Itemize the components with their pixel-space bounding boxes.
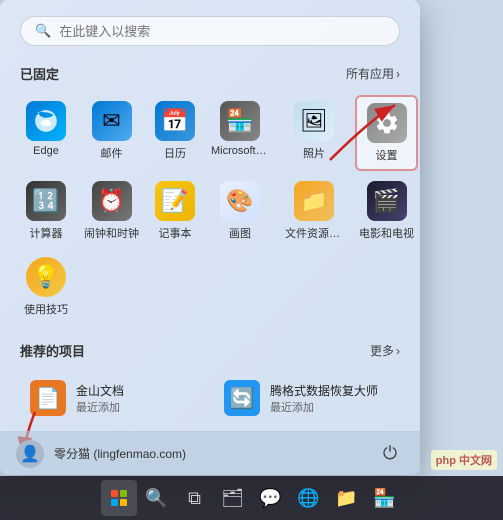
tips-icon: 💡	[26, 257, 66, 297]
edge-icon	[26, 101, 66, 141]
paint-icon: 🎨	[220, 181, 260, 221]
calendar-label: 日历	[164, 145, 186, 161]
taskbar-store-icon[interactable]: 🏪	[367, 480, 403, 516]
calendar-icon: 📅	[155, 101, 195, 141]
recommended-grid: 📄金山文档最近添加🔄腾格式数据恢复大师最近添加	[20, 372, 400, 424]
search-bar[interactable]: 🔍	[20, 16, 400, 46]
avatar: 👤	[16, 440, 44, 468]
photos-label: 照片	[303, 145, 325, 161]
settings-icon	[367, 103, 407, 143]
jinshan-name: 金山文档	[76, 382, 124, 399]
windows-logo-icon	[111, 490, 127, 506]
taskbar: 🔍 ⧉ 🗂 💬 🌐 📁 🏪	[0, 476, 503, 520]
taskbar-taskview-icon[interactable]: ⧉	[177, 480, 213, 516]
user-info[interactable]: 👤 零分猫 (lingfenmao.com)	[16, 440, 186, 468]
start-button[interactable]	[101, 480, 137, 516]
search-icon: 🔍	[35, 23, 51, 39]
recuva-rec-icon: 🔄	[224, 380, 260, 416]
all-apps-link[interactable]: 所有应用 ›	[346, 65, 400, 82]
taskbar-explorer-icon[interactable]: 📁	[329, 480, 365, 516]
app-files[interactable]: 📁 文件资源管理器	[281, 175, 347, 247]
taskbar-chat-icon[interactable]: 💬	[253, 480, 289, 516]
rec-item-jinshan[interactable]: 📄 金山文档最近添加	[20, 372, 206, 424]
app-edge[interactable]: Edge	[20, 95, 72, 171]
recommended-title: 推荐的项目	[20, 341, 85, 360]
mail-label: 邮件	[101, 145, 123, 161]
app-paint[interactable]: 🎨 画图	[207, 175, 273, 247]
tips-label: 使用技巧	[24, 301, 68, 317]
app-store[interactable]: 🏪 Microsoft Store	[207, 95, 273, 171]
photos-icon: 🖼	[294, 101, 334, 141]
taskbar-icons: 🔍 ⧉ 🗂 💬 🌐 📁 🏪	[101, 480, 403, 516]
search-input[interactable]	[59, 24, 385, 39]
app-mail[interactable]: ✉ 邮件	[80, 95, 143, 171]
chevron-more-icon: ›	[396, 344, 400, 358]
app-photos[interactable]: 🖼 照片	[281, 95, 347, 171]
store-icon: 🏪	[220, 101, 260, 141]
power-icon: ⏻	[383, 443, 397, 464]
pinned-apps-grid: Edge ✉ 邮件 📅 日历 🏪 Microsoft Store 🖼 照片 设置 🔢 计算器 ⏰ 闹钟和时…	[20, 95, 400, 323]
app-tips[interactable]: 💡 使用技巧	[20, 251, 72, 323]
notes-icon: 📝	[155, 181, 195, 221]
files-label: 文件资源管理器	[285, 225, 343, 241]
mail-icon: ✉	[92, 101, 132, 141]
rec-item-recuva[interactable]: 🔄 腾格式数据恢复大师最近添加	[214, 372, 400, 424]
more-link[interactable]: 更多 ›	[370, 342, 400, 359]
recuva-name: 腾格式数据恢复大师	[270, 382, 378, 399]
app-movies[interactable]: 🎬 电影和电视	[355, 175, 418, 247]
movies-label: 电影和电视	[359, 225, 414, 241]
username: 零分猫 (lingfenmao.com)	[54, 445, 186, 462]
app-settings[interactable]: 设置	[355, 95, 418, 171]
recuva-sub: 最近添加	[270, 399, 378, 415]
settings-label: 设置	[376, 147, 398, 163]
recommended-section: 推荐的项目 更多 › 📄金山文档最近添加🔄腾格式数据恢复大师最近添加	[20, 341, 400, 424]
clock-label: 闹钟和时钟	[84, 225, 139, 241]
pinned-section-header: 已固定 所有应用 ›	[20, 64, 400, 83]
user-bar: 👤 零分猫 (lingfenmao.com) ⏻	[0, 431, 420, 475]
calc-label: 计算器	[30, 225, 63, 241]
taskbar-edge-icon[interactable]: 🌐	[291, 480, 327, 516]
app-calendar[interactable]: 📅 日历	[151, 95, 199, 171]
app-notes[interactable]: 📝 记事本	[151, 175, 199, 247]
taskbar-search-icon[interactable]: 🔍	[139, 480, 175, 516]
recommended-header: 推荐的项目 更多 ›	[20, 341, 400, 360]
clock-icon: ⏰	[92, 181, 132, 221]
files-icon: 📁	[294, 181, 334, 221]
start-menu: 🔍 已固定 所有应用 › Edge ✉ 邮件 📅 日历 🏪 Microsoft Store 🖼…	[0, 0, 420, 475]
watermark: php 中文网	[431, 450, 497, 470]
app-calc[interactable]: 🔢 计算器	[20, 175, 72, 247]
calc-icon: 🔢	[26, 181, 66, 221]
jinshan-rec-icon: 📄	[30, 380, 66, 416]
paint-label: 画图	[229, 225, 251, 241]
power-button[interactable]: ⏻	[376, 440, 404, 468]
store-label: Microsoft Store	[211, 145, 269, 157]
notes-label: 记事本	[159, 225, 192, 241]
movies-icon: 🎬	[367, 181, 407, 221]
jinshan-sub: 最近添加	[76, 399, 124, 415]
edge-label: Edge	[33, 145, 59, 157]
taskbar-widgets-icon[interactable]: 🗂	[215, 480, 251, 516]
app-clock[interactable]: ⏰ 闹钟和时钟	[80, 175, 143, 247]
chevron-right-icon: ›	[396, 67, 400, 81]
pinned-title: 已固定	[20, 64, 59, 83]
